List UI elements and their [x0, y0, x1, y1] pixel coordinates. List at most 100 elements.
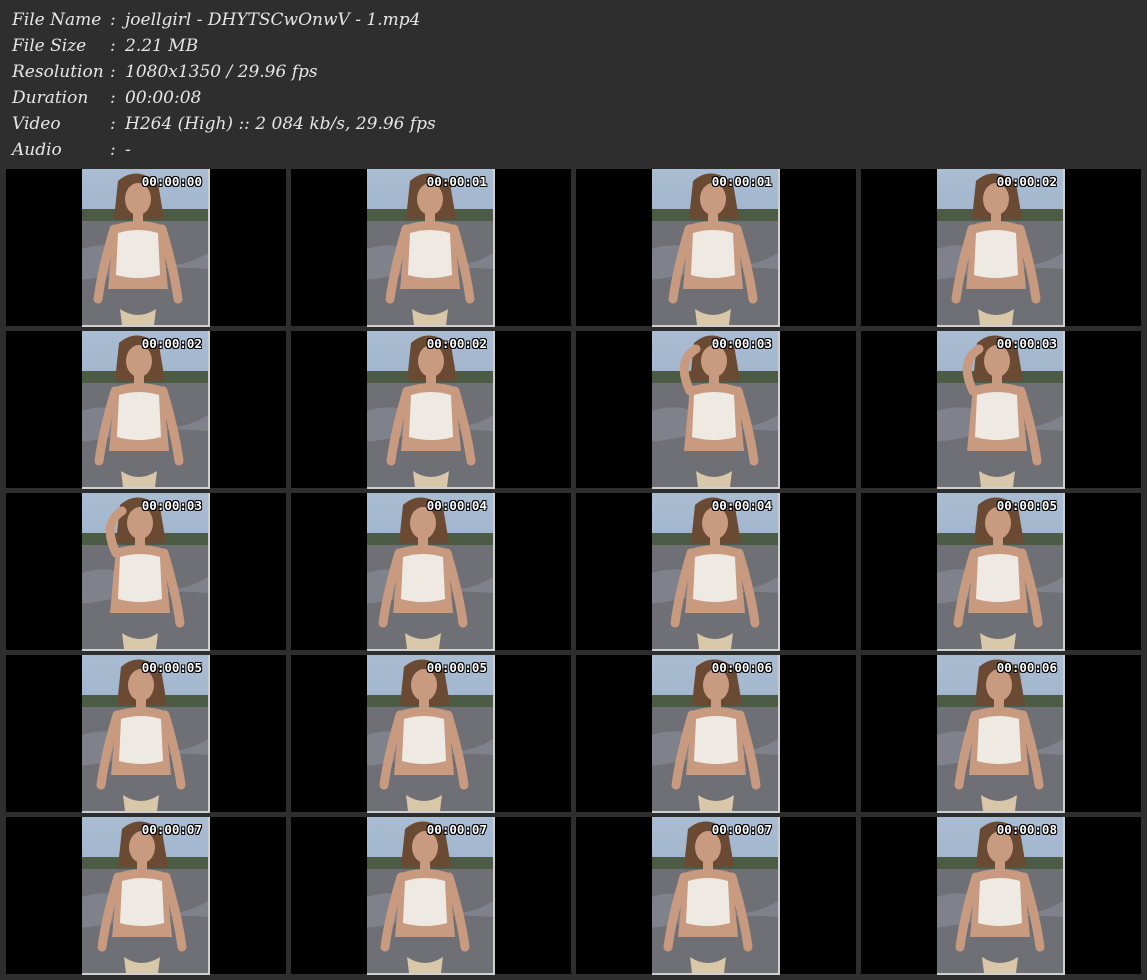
info-value: H264 (High) :: 2 084 kb/s, 29.96 fps — [125, 114, 436, 134]
info-separator: : — [110, 62, 116, 82]
info-panel: File Name : joellgirl - DHYTSCwOnwV - 1.… — [0, 0, 1147, 166]
thumbnail-cell[interactable]: 00:00:04 — [291, 493, 571, 651]
video-frame: 00:00:06 — [652, 655, 780, 813]
video-frame: 00:00:05 — [82, 655, 210, 813]
frame-timestamp: 00:00:01 — [426, 174, 487, 189]
video-frame: 00:00:08 — [937, 817, 1065, 975]
frame-image — [937, 493, 1063, 649]
frame-timestamp: 00:00:00 — [141, 174, 202, 189]
frame-timestamp: 00:00:03 — [711, 336, 772, 351]
info-separator: : — [110, 10, 116, 30]
thumbnail-cell[interactable]: 00:00:03 — [861, 331, 1141, 489]
thumbnail-cell[interactable]: 00:00:02 — [861, 169, 1141, 327]
thumbnail-cell[interactable]: 00:00:02 — [291, 331, 571, 489]
frame-timestamp: 00:00:07 — [426, 822, 487, 837]
frame-timestamp: 00:00:07 — [711, 822, 772, 837]
frame-image — [367, 817, 493, 973]
info-label: File Size — [12, 36, 87, 56]
frame-timestamp: 00:00:04 — [711, 498, 772, 513]
info-label: Video — [12, 114, 61, 134]
video-frame: 00:00:04 — [367, 493, 495, 651]
frame-timestamp: 00:00:02 — [141, 336, 202, 351]
frame-timestamp: 00:00:03 — [996, 336, 1057, 351]
frame-image — [652, 331, 778, 487]
frame-image — [82, 817, 208, 973]
thumbnail-cell[interactable]: 00:00:03 — [6, 493, 286, 651]
video-frame: 00:00:05 — [367, 655, 495, 813]
video-frame: 00:00:02 — [82, 331, 210, 489]
frame-image — [652, 169, 778, 325]
frame-image — [82, 169, 208, 325]
frame-image — [82, 331, 208, 487]
video-frame: 00:00:07 — [652, 817, 780, 975]
thumbnail-cell[interactable]: 00:00:07 — [6, 817, 286, 975]
thumbnail-cell[interactable]: 00:00:05 — [291, 655, 571, 813]
thumbnail-cell[interactable]: 00:00:06 — [576, 655, 856, 813]
thumbnail-cell[interactable]: 00:00:02 — [6, 331, 286, 489]
thumbnail-cell[interactable]: 00:00:05 — [6, 655, 286, 813]
thumbnail-cell[interactable]: 00:00:00 — [6, 169, 286, 327]
info-value: 1080x1350 / 29.96 fps — [125, 62, 318, 82]
thumbnail-cell[interactable]: 00:00:01 — [576, 169, 856, 327]
frame-image — [367, 169, 493, 325]
frame-timestamp: 00:00:02 — [426, 336, 487, 351]
video-frame: 00:00:01 — [367, 169, 495, 327]
frame-timestamp: 00:00:01 — [711, 174, 772, 189]
info-value: - — [125, 140, 131, 160]
video-frame: 00:00:04 — [652, 493, 780, 651]
info-separator: : — [110, 36, 116, 56]
info-label: Audio — [12, 140, 62, 160]
video-frame: 00:00:03 — [82, 493, 210, 651]
video-frame: 00:00:07 — [367, 817, 495, 975]
thumbnail-cell[interactable]: 00:00:07 — [576, 817, 856, 975]
frame-timestamp: 00:00:05 — [996, 498, 1057, 513]
video-frame: 00:00:02 — [367, 331, 495, 489]
frame-image — [652, 493, 778, 649]
frame-image — [652, 655, 778, 811]
frame-image — [937, 169, 1063, 325]
frame-timestamp: 00:00:06 — [711, 660, 772, 675]
frame-image — [937, 331, 1063, 487]
info-value: joellgirl - DHYTSCwOnwV - 1.mp4 — [125, 10, 421, 30]
frame-timestamp: 00:00:02 — [996, 174, 1057, 189]
info-separator: : — [110, 140, 116, 160]
frame-image — [652, 817, 778, 973]
thumbnail-grid: 00:00:00 00:00:01 00:00:01 00:00:02 00:00:02… — [0, 166, 1147, 980]
thumbnail-cell[interactable]: 00:00:04 — [576, 493, 856, 651]
info-label: Duration — [12, 88, 89, 108]
thumbnail-cell[interactable]: 00:00:08 — [861, 817, 1141, 975]
video-frame: 00:00:00 — [82, 169, 210, 327]
thumbnail-cell[interactable]: 00:00:03 — [576, 331, 856, 489]
video-frame: 00:00:03 — [652, 331, 780, 489]
info-separator: : — [110, 114, 116, 134]
info-separator: : — [110, 88, 116, 108]
frame-timestamp: 00:00:05 — [141, 660, 202, 675]
frame-timestamp: 00:00:05 — [426, 660, 487, 675]
video-frame: 00:00:06 — [937, 655, 1065, 813]
video-frame: 00:00:02 — [937, 169, 1065, 327]
video-frame: 00:00:05 — [937, 493, 1065, 651]
video-frame: 00:00:03 — [937, 331, 1065, 489]
thumbnail-cell[interactable]: 00:00:01 — [291, 169, 571, 327]
frame-image — [367, 655, 493, 811]
thumbnail-cell[interactable]: 00:00:07 — [291, 817, 571, 975]
frame-image — [82, 493, 208, 649]
info-value: 00:00:08 — [125, 88, 202, 108]
frame-image — [367, 493, 493, 649]
frame-image — [937, 817, 1063, 973]
info-label: Resolution — [12, 62, 104, 82]
frame-timestamp: 00:00:08 — [996, 822, 1057, 837]
video-frame: 00:00:07 — [82, 817, 210, 975]
frame-image — [367, 331, 493, 487]
frame-timestamp: 00:00:06 — [996, 660, 1057, 675]
info-value: 2.21 MB — [125, 36, 199, 56]
info-label: File Name — [12, 10, 102, 30]
video-frame: 00:00:01 — [652, 169, 780, 327]
thumbnail-cell[interactable]: 00:00:06 — [861, 655, 1141, 813]
frame-timestamp: 00:00:03 — [141, 498, 202, 513]
frame-timestamp: 00:00:07 — [141, 822, 202, 837]
thumbnail-cell[interactable]: 00:00:05 — [861, 493, 1141, 651]
frame-timestamp: 00:00:04 — [426, 498, 487, 513]
frame-image — [82, 655, 208, 811]
frame-image — [937, 655, 1063, 811]
